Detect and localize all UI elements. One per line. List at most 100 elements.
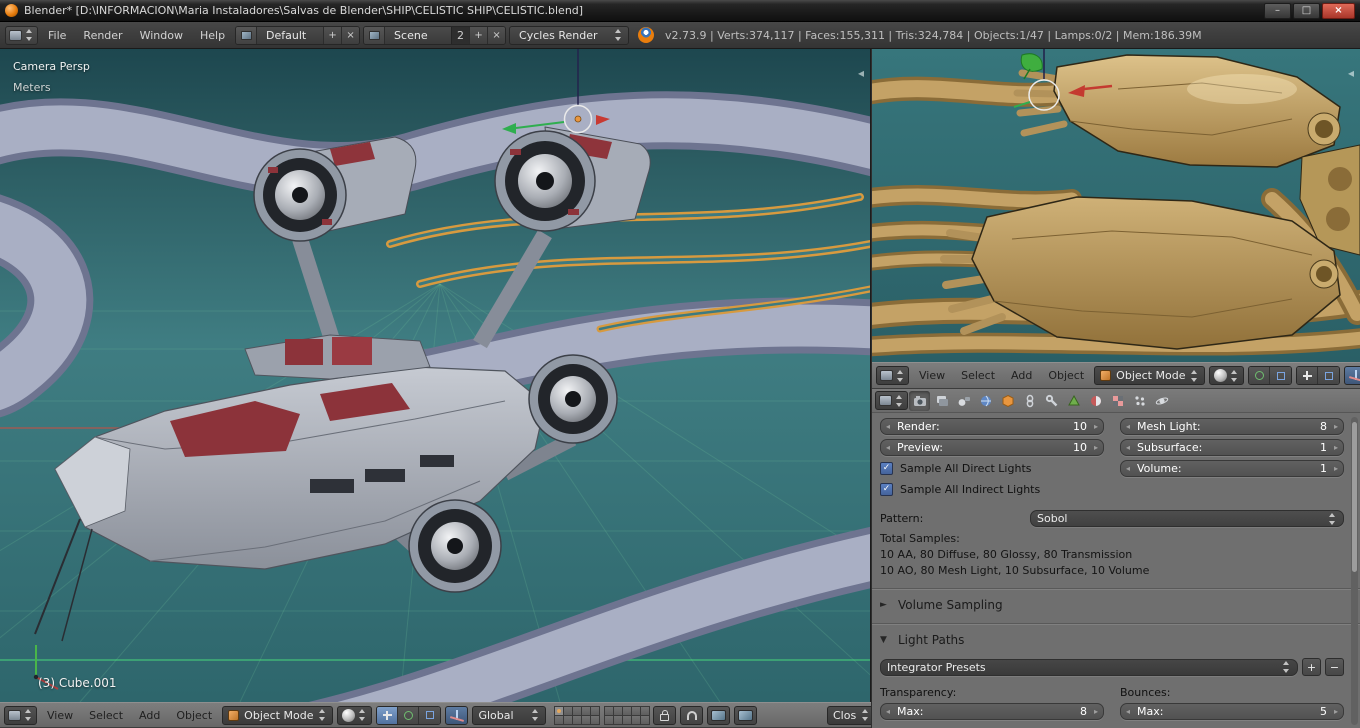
panel-expanded-icon[interactable]: ▼ xyxy=(880,635,890,645)
increment-icon[interactable]: ▸ xyxy=(1332,707,1340,716)
increment-icon[interactable]: ▸ xyxy=(1092,443,1100,452)
decrement-icon[interactable]: ◂ xyxy=(884,422,892,431)
subsurface-samples-slider[interactable]: ◂ Subsurface: 1 ▸ xyxy=(1120,439,1344,456)
manipulator-axis-button[interactable] xyxy=(1344,366,1360,385)
add-scene-button[interactable]: + xyxy=(469,27,487,44)
bounces-max-slider[interactable]: ◂ Max: 5 ▸ xyxy=(1120,703,1344,720)
snap-element-select[interactable]: Clos xyxy=(827,706,871,725)
checkbox-checked-icon[interactable]: ✓ xyxy=(880,483,893,496)
checkbox-checked-icon[interactable]: ✓ xyxy=(880,462,893,475)
pivot-point-button[interactable] xyxy=(1249,367,1270,384)
scene-selector[interactable]: Scene 2 + × xyxy=(363,26,506,45)
editor-type-button-properties[interactable] xyxy=(875,391,908,410)
integrator-presets-select[interactable]: Integrator Presets xyxy=(880,659,1298,676)
render-opengl-anim-button[interactable] xyxy=(734,706,757,725)
editor-type-button-3dview[interactable] xyxy=(876,366,909,385)
layout-name[interactable]: Default xyxy=(257,27,323,44)
screen-layout-selector[interactable]: Default + × xyxy=(235,26,360,45)
increment-icon[interactable]: ▸ xyxy=(1332,464,1340,473)
light-paths-panel-header[interactable]: ▼ Light Paths xyxy=(880,630,1344,649)
panel-collapsed-icon[interactable]: ► xyxy=(880,600,890,610)
viewport-3d-main[interactable]: Camera Persp Meters (3) Cube.001 ◂ xyxy=(0,49,871,702)
layer-toggle[interactable] xyxy=(590,715,600,725)
increment-icon[interactable]: ▸ xyxy=(1332,422,1340,431)
tab-particles[interactable] xyxy=(1129,391,1150,411)
transform-orientation-select[interactable]: Global xyxy=(472,706,546,725)
sample-all-direct-row[interactable]: ✓ Sample All Direct Lights xyxy=(880,460,1104,477)
tab-scene[interactable] xyxy=(953,391,974,411)
menu-add[interactable]: Add xyxy=(133,709,166,722)
delete-scene-button[interactable]: × xyxy=(487,27,505,44)
snap-toggle-button[interactable] xyxy=(680,706,703,725)
menu-file[interactable]: File xyxy=(41,29,73,42)
menu-object[interactable]: Object xyxy=(1042,369,1090,382)
layer-toggle[interactable] xyxy=(640,715,650,725)
mode-select[interactable]: Object Mode xyxy=(1094,366,1205,385)
menu-object[interactable]: Object xyxy=(170,709,218,722)
render-border-button[interactable] xyxy=(1318,367,1339,384)
delete-layout-button[interactable]: × xyxy=(341,27,359,44)
editor-type-button-3dview-main[interactable] xyxy=(4,706,37,725)
scrollbar-thumb[interactable] xyxy=(1352,422,1357,572)
menu-add[interactable]: Add xyxy=(1005,369,1038,382)
tab-render[interactable] xyxy=(909,391,930,411)
tab-texture[interactable] xyxy=(1107,391,1128,411)
mesh-light-samples-slider[interactable]: ◂ Mesh Light: 8 ▸ xyxy=(1120,418,1344,435)
increment-icon[interactable]: ▸ xyxy=(1332,443,1340,452)
tab-physics[interactable] xyxy=(1151,391,1172,411)
rotate-manipulator-button[interactable] xyxy=(398,707,419,724)
tab-world[interactable] xyxy=(975,391,996,411)
decrement-icon[interactable]: ◂ xyxy=(1124,443,1132,452)
menu-render[interactable]: Render xyxy=(76,29,129,42)
layer-toggle[interactable] xyxy=(554,706,564,716)
decrement-icon[interactable]: ◂ xyxy=(884,443,892,452)
tab-object[interactable] xyxy=(997,391,1018,411)
transparency-max-slider[interactable]: ◂ Max: 8 ▸ xyxy=(880,703,1104,720)
decrement-icon[interactable]: ◂ xyxy=(1124,707,1132,716)
volume-sampling-panel-header[interactable]: ► Volume Sampling xyxy=(880,595,1344,614)
menu-help[interactable]: Help xyxy=(193,29,232,42)
render-opengl-button[interactable] xyxy=(707,706,730,725)
manipulator-axis-button[interactable] xyxy=(445,706,468,725)
scale-manipulator-button[interactable] xyxy=(419,707,440,724)
increment-icon[interactable]: ▸ xyxy=(1092,707,1100,716)
scene-users-badge[interactable]: 2 xyxy=(451,27,469,44)
region-collapse-icon[interactable]: ◂ xyxy=(858,67,864,79)
increment-icon[interactable]: ▸ xyxy=(1092,422,1100,431)
preview-samples-slider[interactable]: ◂ Preview: 10 ▸ xyxy=(880,439,1104,456)
properties-scrollbar[interactable] xyxy=(1351,417,1358,725)
translate-manipulator-button[interactable] xyxy=(377,707,398,724)
add-layout-button[interactable]: + xyxy=(323,27,341,44)
decrement-icon[interactable]: ◂ xyxy=(884,707,892,716)
pattern-select[interactable]: Sobol xyxy=(1030,510,1344,527)
mode-select[interactable]: Object Mode xyxy=(222,706,333,725)
tab-modifiers[interactable] xyxy=(1041,391,1062,411)
pivot-align-button[interactable] xyxy=(1270,367,1291,384)
snap-toggle-button[interactable] xyxy=(1297,367,1318,384)
render-engine-select[interactable]: Cycles Render xyxy=(509,26,629,45)
viewport-shading-button[interactable] xyxy=(337,706,372,725)
tab-render-layers[interactable] xyxy=(931,391,952,411)
add-preset-button[interactable]: + xyxy=(1302,658,1321,676)
tab-material[interactable] xyxy=(1085,391,1106,411)
volume-samples-slider[interactable]: ◂ Volume: 1 ▸ xyxy=(1120,460,1344,477)
maximize-button[interactable]: □ xyxy=(1293,3,1320,19)
viewport-shading-button[interactable] xyxy=(1209,366,1244,385)
browse-scenes-button[interactable] xyxy=(364,27,385,44)
remove-preset-button[interactable]: − xyxy=(1325,658,1344,676)
menu-select[interactable]: Select xyxy=(955,369,1001,382)
close-button[interactable]: × xyxy=(1322,3,1355,19)
viewport-3d-secondary[interactable]: ◂ xyxy=(872,49,1360,362)
editor-type-button-info[interactable] xyxy=(5,26,38,45)
decrement-icon[interactable]: ◂ xyxy=(1124,464,1132,473)
menu-window[interactable]: Window xyxy=(133,29,190,42)
scene-name[interactable]: Scene xyxy=(385,27,451,44)
minimize-button[interactable]: – xyxy=(1264,3,1291,19)
sample-all-indirect-row[interactable]: ✓ Sample All Indirect Lights xyxy=(880,481,1104,498)
tab-data[interactable] xyxy=(1063,391,1084,411)
tab-constraints[interactable] xyxy=(1019,391,1040,411)
region-collapse-icon[interactable]: ◂ xyxy=(1348,67,1354,79)
menu-select[interactable]: Select xyxy=(83,709,129,722)
menu-view[interactable]: View xyxy=(41,709,79,722)
decrement-icon[interactable]: ◂ xyxy=(1124,422,1132,431)
